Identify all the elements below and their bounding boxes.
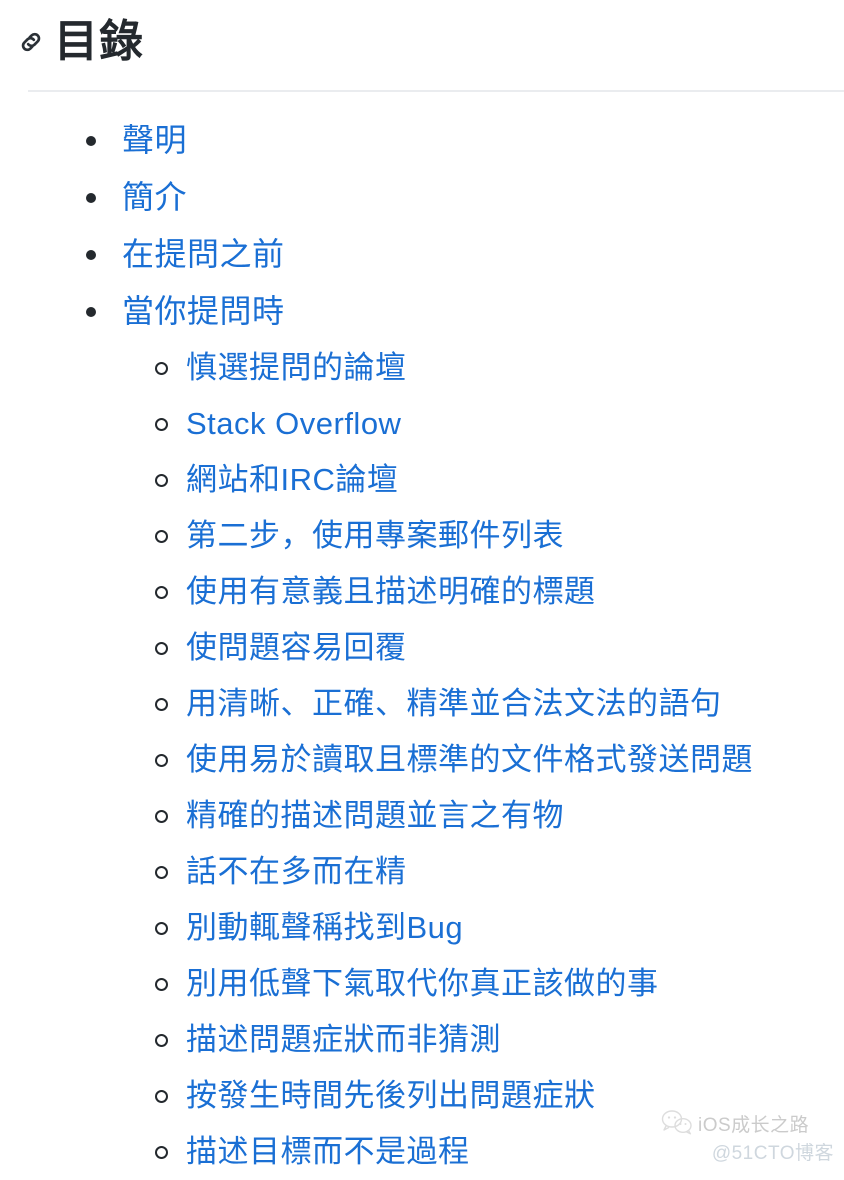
toc-sublink-goal-not-process[interactable]: 描述目標而不是過程	[186, 1134, 470, 1169]
page-title-row: 目錄	[16, 14, 144, 70]
list-item: 話不在多而在精	[0, 844, 844, 900]
toc-sublink-meaningful-title[interactable]: 使用有意義且描述明確的標題	[186, 574, 596, 609]
bullet-icon	[155, 698, 168, 711]
bullet-icon	[86, 135, 96, 146]
link-icon[interactable]	[16, 27, 46, 57]
toc-link-when-asking[interactable]: 當你提問時	[122, 293, 285, 329]
bullet-icon	[155, 418, 168, 431]
list-item: 使用有意義且描述明確的標題	[0, 564, 844, 620]
bullet-icon	[86, 249, 96, 260]
list-item: 按發生時間先後列出問題症狀	[0, 1068, 844, 1124]
bullet-icon	[155, 586, 168, 599]
toc-sublink-clear-grammar[interactable]: 用清晰、正確、精準並合法文法的語句	[186, 686, 722, 721]
list-item: 慎選提問的論壇	[0, 340, 844, 396]
bullet-icon	[155, 530, 168, 543]
toc-sublink-quality-over-quantity[interactable]: 話不在多而在精	[186, 854, 407, 889]
bullet-icon	[86, 192, 96, 203]
toc-link-intro[interactable]: 簡介	[122, 179, 187, 215]
bullet-icon	[155, 1146, 168, 1159]
sub-list-when-asking: 慎選提問的論壇 Stack Overflow 網站和IRC論壇 第二步，使用專案…	[0, 340, 844, 1180]
list-item: 別動輒聲稱找到Bug	[0, 900, 844, 956]
toc-link-statement[interactable]: 聲明	[122, 122, 187, 158]
list-item: 簡介	[0, 169, 844, 226]
bullet-icon	[155, 922, 168, 935]
toc-sublink-stack-overflow[interactable]: Stack Overflow	[186, 406, 401, 441]
list-item: 聲明	[0, 112, 844, 169]
list-item: 別用低聲下氣取代你真正該做的事	[0, 956, 844, 1012]
bullet-icon	[155, 754, 168, 767]
toc-sublink-chronological-order[interactable]: 按發生時間先後列出問題症狀	[186, 1078, 596, 1113]
bullet-icon	[155, 1090, 168, 1103]
toc-sublink-standard-format[interactable]: 使用易於讀取且標準的文件格式發送問題	[186, 742, 753, 777]
bullet-icon	[155, 474, 168, 487]
list-item: 描述目標而不是過程	[0, 1124, 844, 1180]
list-item: 描述問題症狀而非猜測	[0, 1012, 844, 1068]
toc-sublink-symptoms-not-guesses[interactable]: 描述問題症狀而非猜測	[186, 1022, 501, 1057]
bullet-icon	[155, 978, 168, 991]
bullet-icon	[155, 1034, 168, 1047]
toc-sublink-not-claim-bug[interactable]: 別動輒聲稱找到Bug	[186, 910, 463, 945]
list-item: 精確的描述問題並言之有物	[0, 788, 844, 844]
list-item: 使用易於讀取且標準的文件格式發送問題	[0, 732, 844, 788]
list-item: Stack Overflow	[0, 396, 844, 452]
toc-sublink-easy-to-reply[interactable]: 使問題容易回覆	[186, 630, 407, 665]
bullet-icon	[86, 306, 96, 317]
list-item: 當你提問時	[0, 283, 844, 340]
toc-sublink-choose-forum[interactable]: 慎選提問的論壇	[186, 350, 407, 385]
table-of-contents: 聲明 簡介 在提問之前 當你提問時 慎選提問的論壇 Stack Overflow…	[0, 112, 844, 1180]
toc-sublink-precise-description[interactable]: 精確的描述問題並言之有物	[186, 798, 564, 833]
toc-link-before-asking[interactable]: 在提問之前	[122, 236, 285, 272]
toc-sublink-web-irc-forums[interactable]: 網站和IRC論壇	[186, 462, 398, 497]
header-divider	[28, 90, 844, 92]
list-item: 用清晰、正確、精準並合法文法的語句	[0, 676, 844, 732]
list-item: 使問題容易回覆	[0, 620, 844, 676]
bullet-icon	[155, 810, 168, 823]
list-item: 在提問之前	[0, 226, 844, 283]
toc-sublink-project-mailing-list[interactable]: 第二步，使用專案郵件列表	[186, 518, 564, 553]
bullet-icon	[155, 362, 168, 375]
bullet-icon	[155, 642, 168, 655]
list-item: 網站和IRC論壇	[0, 452, 844, 508]
list-item: 第二步，使用專案郵件列表	[0, 508, 844, 564]
page-title: 目錄	[54, 17, 144, 66]
bullet-icon	[155, 866, 168, 879]
toc-sublink-no-grovelling[interactable]: 別用低聲下氣取代你真正該做的事	[186, 966, 659, 1001]
